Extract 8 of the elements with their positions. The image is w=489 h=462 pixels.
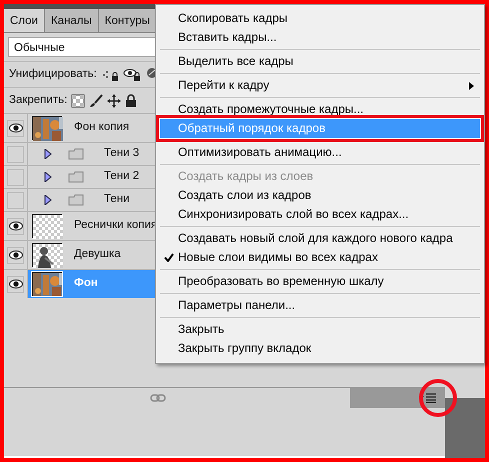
layer-name: Фон копия bbox=[74, 120, 130, 136]
lock-label: Закрепить: bbox=[9, 92, 68, 108]
layer-name: Тени bbox=[104, 192, 130, 208]
unify-label: Унифицировать: bbox=[9, 66, 97, 82]
layer-name: Тени 3 bbox=[104, 146, 140, 162]
layer-name: Фон bbox=[74, 276, 98, 292]
layer-name: Девушка bbox=[74, 247, 121, 262]
layer-name: Тени 2 bbox=[104, 169, 140, 184]
